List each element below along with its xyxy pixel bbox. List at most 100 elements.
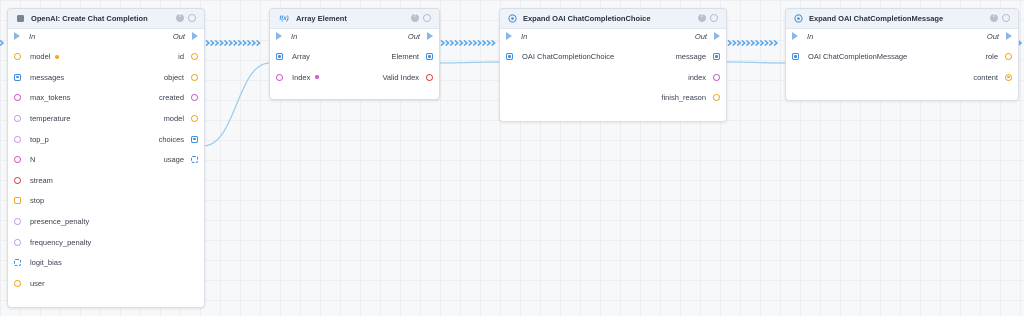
pin-string[interactable] [1005, 53, 1012, 61]
pin-map[interactable] [14, 259, 21, 267]
output-pin-row[interactable]: role [985, 50, 1012, 64]
input-pin-row[interactable]: OAI ChatCompletionChoice [506, 50, 614, 64]
pin-integer[interactable] [14, 94, 21, 102]
pin-label: OAI ChatCompletionMessage [808, 52, 908, 62]
pin-struct[interactable] [426, 53, 433, 61]
exec-out-pin[interactable] [427, 32, 433, 40]
pin-string[interactable] [713, 94, 720, 102]
output-pin-row[interactable]: usage [164, 153, 198, 167]
input-pin-row[interactable]: max_tokens [14, 91, 70, 105]
pin-struct[interactable] [14, 73, 21, 81]
comment-icon[interactable] [423, 14, 431, 22]
pin-string[interactable] [191, 114, 198, 122]
exec-wire-chevron [468, 39, 473, 47]
exec-out-pin[interactable] [714, 32, 720, 40]
node-header[interactable]: f(x) Array Element [270, 9, 439, 29]
exec-out[interactable]: Out [695, 29, 720, 43]
pin-float[interactable] [14, 135, 21, 143]
exec-in-pin[interactable] [14, 32, 20, 40]
pin-struct[interactable] [506, 53, 513, 61]
input-pin-row[interactable]: presence_penalty [14, 214, 89, 228]
node-header[interactable]: OpenAI: Create Chat Completion [8, 9, 204, 29]
pin-string[interactable] [191, 53, 198, 61]
help-icon[interactable] [411, 13, 419, 22]
pin-struct[interactable] [713, 53, 720, 61]
help-icon[interactable] [698, 13, 706, 22]
pin-struct[interactable] [191, 135, 198, 143]
data-wire [725, 61, 788, 64]
input-pin-row[interactable]: stop [14, 194, 44, 208]
pin-label: model [30, 52, 51, 62]
output-pin-row[interactable]: finish_reason [661, 91, 720, 105]
pin-string[interactable] [14, 279, 21, 287]
exec-in-pin[interactable] [276, 32, 282, 40]
comment-icon[interactable] [710, 14, 718, 22]
node-expand-chat-completion-message[interactable]: Expand OAI ChatCompletionMessage In Out OA… [785, 8, 1019, 101]
input-pin-row[interactable]: OAI ChatCompletionMessage [792, 50, 907, 64]
pin-integer[interactable] [191, 94, 198, 102]
output-pin-row[interactable]: Element [391, 50, 433, 64]
input-pin-row[interactable]: Array [276, 50, 310, 64]
output-pin-row[interactable]: created [159, 91, 198, 105]
node-header[interactable]: Expand OAI ChatCompletionMessage [786, 9, 1018, 29]
pin-integer[interactable] [713, 73, 720, 81]
exec-in[interactable]: In [276, 29, 297, 43]
exec-out[interactable]: Out [408, 29, 433, 43]
exec-in[interactable]: In [792, 29, 813, 43]
input-pin-row[interactable]: top_p [14, 132, 49, 146]
output-pin-row[interactable]: index [688, 70, 720, 84]
exec-wire-chevron [233, 39, 238, 47]
pin-string[interactable] [191, 73, 198, 81]
pin-string-array[interactable] [14, 197, 21, 205]
help-icon[interactable] [990, 13, 998, 22]
exec-wire-chevron [773, 39, 779, 47]
pin-struct[interactable] [276, 53, 283, 61]
exec-out[interactable]: Out [987, 29, 1012, 43]
exec-wire-chevron [251, 39, 257, 47]
exec-out[interactable]: Out [173, 29, 198, 43]
exec-out-pin[interactable] [192, 32, 198, 40]
output-pin-row[interactable]: choices [159, 132, 198, 146]
pin-string[interactable] [14, 53, 21, 61]
node-openai-create-chat-completion[interactable]: OpenAI: Create Chat Completion In Out mode… [7, 8, 205, 308]
input-pin-row[interactable]: Index [276, 70, 320, 84]
output-pin-row[interactable]: id [178, 50, 198, 64]
exec-out-pin[interactable] [1006, 32, 1012, 40]
output-pin-row[interactable]: model [164, 111, 198, 125]
pin-integer[interactable] [14, 156, 21, 164]
comment-icon[interactable] [188, 14, 196, 22]
input-pin-row[interactable]: logit_bias [14, 256, 62, 270]
exec-in[interactable]: In [14, 29, 35, 43]
output-pin-row[interactable]: message [676, 50, 720, 64]
node-array-element[interactable]: f(x) Array Element In Out Array Index Elemen… [269, 8, 440, 100]
pin-label: N [30, 155, 36, 165]
help-icon[interactable] [176, 13, 184, 22]
input-pin-row[interactable]: N [14, 153, 35, 167]
input-pin-row[interactable]: model [14, 50, 60, 64]
pin-float[interactable] [14, 238, 21, 246]
input-pin-row[interactable]: stream [14, 173, 53, 187]
pin-boolean[interactable] [14, 176, 21, 184]
pin-float[interactable] [14, 114, 21, 122]
node-header[interactable]: Expand OAI ChatCompletionChoice [500, 9, 726, 29]
exec-in[interactable]: In [506, 29, 527, 43]
pin-string[interactable] [1005, 73, 1012, 81]
pin-boolean[interactable] [426, 73, 433, 81]
pin-struct[interactable] [792, 53, 799, 61]
output-pin-row[interactable]: content [973, 70, 1012, 84]
pin-float[interactable] [14, 217, 21, 225]
output-pin-row[interactable]: object [164, 70, 198, 84]
input-pin-row[interactable]: temperature [14, 111, 70, 125]
exec-wire-chevron [210, 39, 215, 47]
node-expand-chat-completion-choice[interactable]: Expand OAI ChatCompletionChoice In Out OAI… [499, 8, 727, 122]
comment-icon[interactable] [1002, 14, 1010, 22]
input-pin-row[interactable]: frequency_penalty [14, 235, 91, 249]
exec-in-pin[interactable] [792, 32, 798, 40]
exec-in-pin[interactable] [506, 32, 512, 40]
exec-wire-chevron [727, 39, 733, 47]
input-pin-row[interactable]: messages [14, 70, 64, 84]
input-pin-row[interactable]: user [14, 276, 45, 290]
pin-map[interactable] [191, 156, 198, 164]
pin-integer[interactable] [276, 73, 283, 81]
output-pin-row[interactable]: Valid Index [382, 70, 433, 84]
